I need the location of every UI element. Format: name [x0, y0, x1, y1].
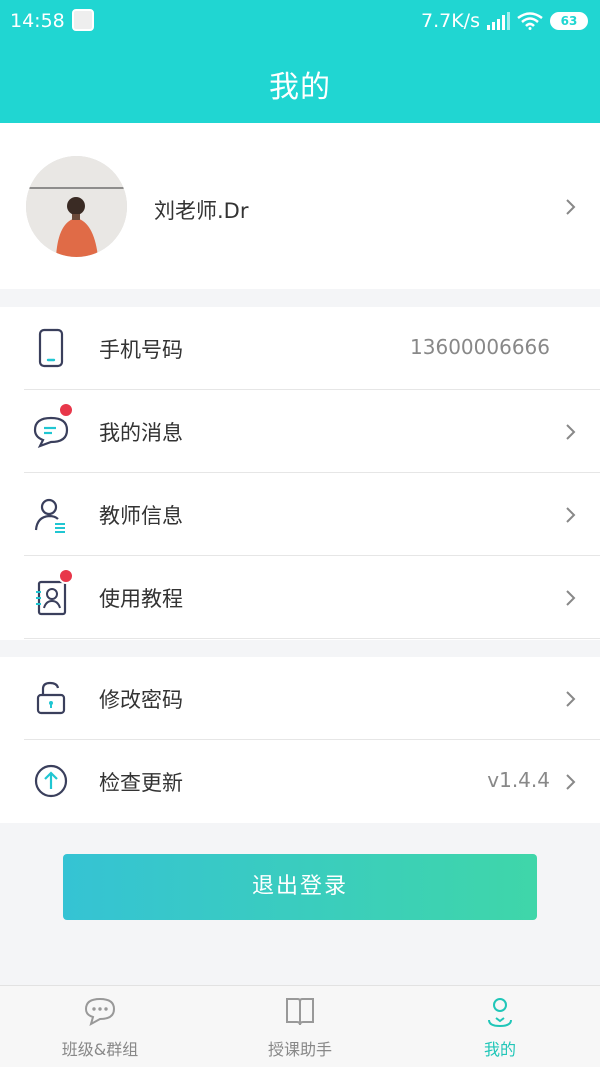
- tab-mine[interactable]: 我的: [400, 986, 600, 1067]
- profile-card[interactable]: 刘老师.Dr: [0, 123, 600, 289]
- phone-icon: [30, 327, 72, 369]
- row-divider: [24, 638, 600, 639]
- version-value: v1.4.4: [487, 768, 550, 792]
- battery-icon: 63: [550, 12, 588, 30]
- tab-classes-groups[interactable]: 班级&群组: [0, 986, 200, 1067]
- chevron-right-icon: [564, 423, 578, 441]
- chevron-right-icon: [564, 589, 578, 607]
- message-badge: [58, 402, 74, 418]
- tutorial-row[interactable]: 使用教程: [0, 556, 600, 639]
- bottom-tab-bar: 班级&群组 授课助手 我的: [0, 985, 600, 1067]
- network-speed: 7.7K/s: [421, 10, 480, 32]
- tab-label: 授课助手: [267, 1040, 332, 1059]
- check-update-row[interactable]: 检查更新 v1.4.4: [0, 740, 600, 823]
- chevron-right-icon: [564, 690, 578, 708]
- notification-app-icon: [72, 9, 94, 31]
- phone-label: 手机号码: [99, 338, 183, 362]
- chevron-right-icon: [564, 773, 578, 791]
- account-menu-group: 手机号码 13600006666 我的消息 教师信息 使用教程: [0, 307, 600, 640]
- settings-menu-group: 修改密码 检查更新 v1.4.4: [0, 657, 600, 823]
- messages-label: 我的消息: [99, 421, 183, 445]
- tab-label: 我的: [483, 1040, 516, 1059]
- upload-icon: [30, 760, 72, 802]
- avatar[interactable]: [26, 156, 127, 257]
- header-bar: 14:58 7.7K/s 63 我的: [0, 0, 600, 123]
- phone-row[interactable]: 手机号码 13600006666: [0, 307, 600, 390]
- change-password-row[interactable]: 修改密码: [0, 657, 600, 740]
- page-title: 我的: [269, 70, 331, 105]
- status-time: 14:58: [10, 10, 65, 32]
- wifi-icon: [517, 12, 543, 30]
- tutorial-badge: [58, 568, 74, 584]
- messages-row[interactable]: 我的消息: [0, 390, 600, 473]
- change-password-label: 修改密码: [99, 688, 183, 712]
- teacher-icon: [30, 493, 72, 535]
- teacher-info-label: 教师信息: [99, 504, 183, 528]
- check-update-label: 检查更新: [99, 771, 183, 795]
- profile-name: 刘老师.Dr: [154, 199, 249, 223]
- chevron-right-icon: [564, 506, 578, 524]
- tab-teaching-assistant[interactable]: 授课助手: [200, 986, 400, 1067]
- lock-icon: [30, 677, 72, 719]
- tutorial-label: 使用教程: [99, 587, 183, 611]
- tab-label: 班级&群组: [61, 1040, 139, 1059]
- book-icon: [283, 994, 317, 1028]
- signal-icon: [486, 12, 510, 30]
- chevron-right-icon: [564, 198, 578, 216]
- chat-icon: [83, 994, 117, 1028]
- phone-value: 13600006666: [410, 335, 550, 359]
- logout-button[interactable]: 退出登录: [63, 854, 537, 920]
- teacher-info-row[interactable]: 教师信息: [0, 473, 600, 556]
- status-bar: 14:58 7.7K/s 63: [0, 0, 600, 44]
- person-icon: [483, 994, 517, 1028]
